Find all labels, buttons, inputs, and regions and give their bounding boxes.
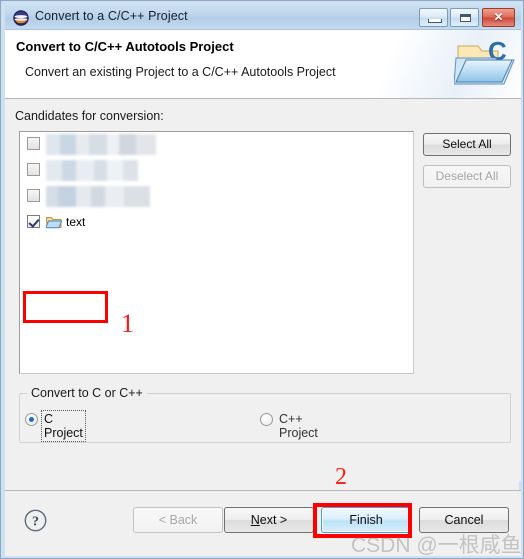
select-all-button[interactable]: Select All xyxy=(423,133,511,156)
radio-cpp-project-label: C++ Project xyxy=(279,412,318,440)
radio-c-project-label: C Project xyxy=(41,410,86,442)
annotation-number-2: 2 xyxy=(335,464,347,490)
redacted-label xyxy=(46,186,150,207)
candidates-list[interactable]: text xyxy=(19,131,414,374)
annotation-number-1: 1 xyxy=(121,309,134,338)
help-icon[interactable]: ? xyxy=(24,509,47,532)
svg-text:?: ? xyxy=(32,515,39,530)
folder-c-project-icon: C xyxy=(453,34,516,92)
minimize-icon xyxy=(428,19,442,23)
wizard-subtitle: Convert an existing Project to a C/C++ A… xyxy=(25,65,336,79)
open-folder-icon xyxy=(44,216,63,229)
radio-cpp-project-dot[interactable] xyxy=(260,413,273,426)
list-item-checkbox[interactable] xyxy=(27,189,40,202)
redacted-label xyxy=(46,134,156,155)
dialog-window: Convert to a C/C++ Project ✕ Convert to … xyxy=(0,0,524,559)
convert-language-legend: Convert to C or C++ xyxy=(27,386,147,400)
radio-c-project-dot[interactable] xyxy=(25,413,38,426)
redacted-label xyxy=(46,160,138,181)
list-item[interactable]: text xyxy=(20,210,413,236)
finish-button[interactable]: Finish xyxy=(321,507,411,533)
back-button: < Back xyxy=(133,507,223,533)
next-button-mnemonic: N xyxy=(250,513,260,527)
wizard-banner: Convert to C/C++ Autotools Project Conve… xyxy=(5,30,521,99)
dialog-content: Candidates for conversion: text 1 Select… xyxy=(5,99,521,551)
cancel-button[interactable]: Cancel xyxy=(419,507,509,533)
candidates-label: Candidates for conversion: xyxy=(15,109,164,123)
dialog-button-bar: ? < Back Next > Finish Cancel xyxy=(5,491,521,556)
list-item-label: text xyxy=(66,215,86,229)
list-item-checkbox[interactable] xyxy=(27,215,40,228)
wizard-title: Convert to C/C++ Autotools Project xyxy=(16,39,234,54)
next-button-label: ext > xyxy=(259,513,288,527)
maximize-icon xyxy=(460,14,471,22)
list-item-checkbox[interactable] xyxy=(27,163,40,176)
minimize-button[interactable] xyxy=(419,8,448,27)
deselect-all-button: Deselect All xyxy=(423,165,511,188)
next-button[interactable]: Next > xyxy=(224,507,314,533)
list-item[interactable] xyxy=(20,158,413,184)
list-item[interactable] xyxy=(20,132,413,158)
list-item[interactable] xyxy=(20,184,413,210)
title-bar: Convert to a C/C++ Project ✕ xyxy=(5,5,521,30)
eclipse-icon xyxy=(13,10,29,26)
list-item-checkbox[interactable] xyxy=(27,137,40,150)
close-icon: ✕ xyxy=(493,10,504,24)
maximize-button[interactable] xyxy=(450,8,479,27)
close-button[interactable]: ✕ xyxy=(482,8,515,27)
window-title: Convert to a C/C++ Project xyxy=(35,9,188,23)
